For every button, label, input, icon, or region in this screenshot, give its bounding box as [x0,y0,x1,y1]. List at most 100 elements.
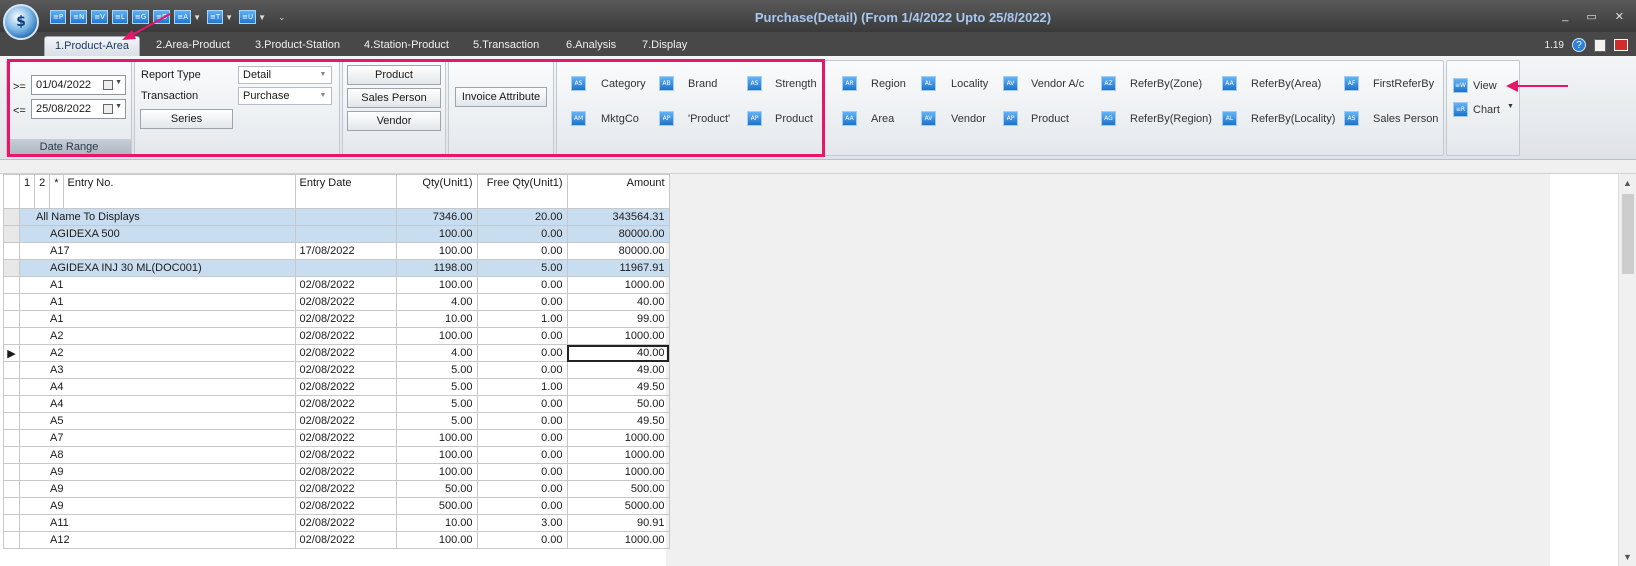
qty-cell[interactable]: 100.00 [395,327,478,345]
row-selector[interactable] [3,310,20,328]
entry-no-cell[interactable]: A9 [19,463,296,481]
free-qty-cell[interactable]: 0.00 [476,446,568,464]
entry-date-cell[interactable] [294,208,397,226]
qty-cell[interactable]: 4.00 [395,344,478,362]
qty-cell[interactable]: 10.00 [395,310,478,328]
qty-cell[interactable]: 4.00 [395,293,478,311]
amount-cell[interactable]: 1000.00 [566,531,670,549]
entry-no-cell[interactable]: A7 [19,429,296,447]
entry-no-header[interactable]: Entry No. [62,174,296,209]
qty-cell[interactable]: 100.00 [395,429,478,447]
table-row[interactable]: A7 02/08/2022 100.00 0.00 1000.00 [3,429,670,447]
free-qty-cell[interactable]: 0.00 [476,327,568,345]
row-selector[interactable] [3,361,20,379]
free-qty-cell[interactable]: 0.00 [476,480,568,498]
entry-no-cell[interactable]: All Name To Displays [19,208,296,226]
free-qty-cell[interactable]: 0.00 [476,463,568,481]
app-logo-icon[interactable]: $ [3,4,39,40]
entry-date-cell[interactable]: 02/08/2022 [294,327,397,345]
row-selector[interactable] [3,276,20,294]
table-row[interactable]: A1 02/08/2022 4.00 0.00 40.00 [3,293,670,311]
amount-cell[interactable]: 1000.00 [566,327,670,345]
table-row[interactable]: A11 02/08/2022 10.00 3.00 90.91 [3,514,670,532]
entry-no-cell[interactable]: A17 [19,242,296,260]
group-row[interactable]: AGIDEXA 500 100.00 0.00 80000.00 [3,225,670,243]
row-selector[interactable] [3,327,20,345]
entry-date-cell[interactable]: 02/08/2022 [294,514,397,532]
qty-header[interactable]: Qty(Unit1) [395,174,478,209]
entry-no-cell[interactable]: A8 [19,446,296,464]
amount-cell[interactable]: 1000.00 [566,463,670,481]
amount-cell[interactable]: 49.00 [566,361,670,379]
qty-cell[interactable]: 100.00 [395,225,478,243]
qty-cell[interactable]: 1198.00 [395,259,478,277]
free-qty-cell[interactable]: 0.00 [476,395,568,413]
row-selector[interactable] [3,463,20,481]
table-row[interactable]: A2 02/08/2022 100.00 0.00 1000.00 [3,327,670,345]
free-qty-cell[interactable]: 0.00 [476,497,568,515]
amount-cell[interactable]: 5000.00 [566,497,670,515]
row-selector[interactable] [3,514,20,532]
entry-date-cell[interactable]: 02/08/2022 [294,310,397,328]
free-qty-cell[interactable]: 1.00 [476,378,568,396]
entry-date-cell[interactable]: 02/08/2022 [294,378,397,396]
entry-date-cell[interactable]: 02/08/2022 [294,531,397,549]
row-selector[interactable] [3,480,20,498]
entry-no-cell[interactable]: A1 [19,293,296,311]
free-qty-cell[interactable]: 1.00 [476,310,568,328]
amount-cell[interactable]: 80000.00 [566,225,670,243]
amount-header[interactable]: Amount [566,174,670,209]
entry-date-cell[interactable]: 02/08/2022 [294,480,397,498]
table-row[interactable]: A5 02/08/2022 5.00 0.00 49.50 [3,412,670,430]
amount-cell[interactable]: 1000.00 [566,446,670,464]
entry-no-cell[interactable]: AGIDEXA INJ 30 ML(DOC001) [19,259,296,277]
free-qty-cell[interactable]: 0.00 [476,242,568,260]
level-1-header[interactable]: 1 [18,174,36,209]
scroll-down-icon[interactable]: ▼ [1623,552,1632,562]
scroll-thumb[interactable] [1622,194,1634,274]
entry-date-header[interactable]: Entry Date [294,174,397,209]
entry-no-cell[interactable]: A9 [19,497,296,515]
entry-no-cell[interactable]: A4 [19,378,296,396]
current-row-indicator-icon[interactable]: ▶ [3,344,20,362]
level-all-header[interactable]: * [49,174,64,209]
amount-cell[interactable]: 80000.00 [566,242,670,260]
row-selector[interactable] [3,259,20,277]
entry-date-cell[interactable]: 02/08/2022 [294,446,397,464]
entry-no-cell[interactable]: A5 [19,412,296,430]
table-row[interactable]: A8 02/08/2022 100.00 0.00 1000.00 [3,446,670,464]
vertical-scrollbar[interactable]: ▲ ▼ [1618,174,1636,566]
table-row[interactable]: A9 02/08/2022 500.00 0.00 5000.00 [3,497,670,515]
amount-cell[interactable]: 99.00 [566,310,670,328]
entry-no-cell[interactable]: A12 [19,531,296,549]
entry-date-cell[interactable]: 02/08/2022 [294,344,397,362]
amount-cell[interactable]: 40.00 [566,344,670,362]
free-qty-cell[interactable]: 0.00 [476,293,568,311]
entry-date-cell[interactable]: 02/08/2022 [294,412,397,430]
qty-cell[interactable]: 100.00 [395,463,478,481]
table-row[interactable]: A1 02/08/2022 10.00 1.00 99.00 [3,310,670,328]
entry-date-cell[interactable]: 02/08/2022 [294,463,397,481]
qty-cell[interactable]: 100.00 [395,446,478,464]
row-selector[interactable] [3,293,20,311]
level-2-header[interactable]: 2 [34,174,51,209]
qty-cell[interactable]: 5.00 [395,361,478,379]
entry-no-cell[interactable]: A1 [19,276,296,294]
entry-date-cell[interactable]: 17/08/2022 [294,242,397,260]
scroll-up-icon[interactable]: ▲ [1623,178,1632,188]
entry-no-cell[interactable]: A2 [19,344,296,362]
table-row[interactable]: A12 02/08/2022 100.00 0.00 1000.00 [3,531,670,549]
free-qty-cell[interactable]: 5.00 [476,259,568,277]
qty-cell[interactable]: 500.00 [395,497,478,515]
table-row[interactable]: ▶ A2 02/08/2022 4.00 0.00 40.00 [3,344,670,362]
entry-no-cell[interactable]: A4 [19,395,296,413]
amount-cell[interactable]: 11967.91 [566,259,670,277]
row-selector[interactable] [3,497,20,515]
amount-cell[interactable]: 500.00 [566,480,670,498]
free-qty-cell[interactable]: 0.00 [476,429,568,447]
entry-date-cell[interactable] [294,259,397,277]
qty-cell[interactable]: 50.00 [395,480,478,498]
table-row[interactable]: A4 02/08/2022 5.00 0.00 50.00 [3,395,670,413]
amount-cell[interactable]: 49.50 [566,378,670,396]
free-qty-cell[interactable]: 0.00 [476,344,568,362]
